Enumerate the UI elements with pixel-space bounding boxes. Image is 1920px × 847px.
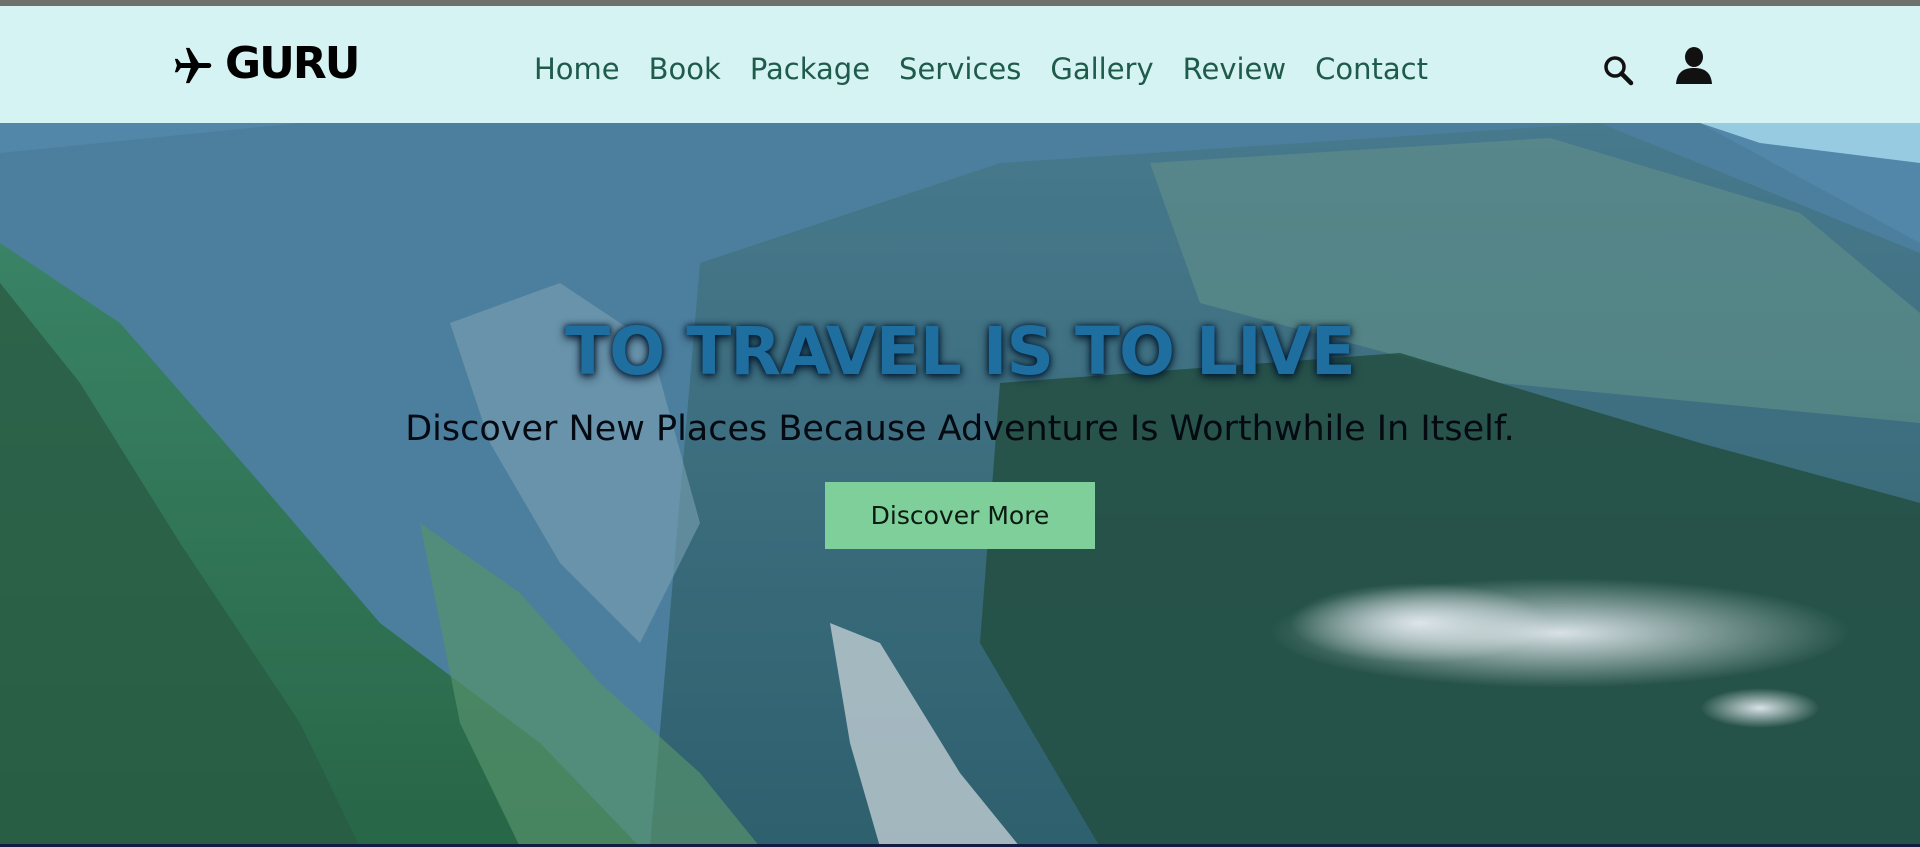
nav-book[interactable]: Book bbox=[649, 52, 721, 86]
discover-more-button[interactable]: Discover More bbox=[825, 482, 1095, 549]
hero-section: TO TRAVEL IS TO LIVE Discover New Places… bbox=[0, 123, 1920, 847]
nav-home[interactable]: Home bbox=[534, 52, 620, 86]
brand-logo[interactable]: GURU bbox=[171, 36, 360, 92]
search-button[interactable] bbox=[1598, 50, 1638, 90]
nav-review[interactable]: Review bbox=[1183, 52, 1286, 86]
hero-title: TO TRAVEL IS TO LIVE bbox=[565, 313, 1356, 390]
navbar: GURU Home Book Package Services Gallery … bbox=[0, 6, 1920, 123]
airplane-icon bbox=[174, 47, 212, 84]
nav-gallery[interactable]: Gallery bbox=[1050, 52, 1153, 86]
brand-name: GURU bbox=[225, 38, 360, 89]
hero-subtitle: Discover New Places Because Adventure Is… bbox=[405, 409, 1515, 449]
user-icon bbox=[1676, 47, 1712, 84]
main-nav: Home Book Package Services Gallery Revie… bbox=[534, 44, 1428, 94]
search-icon bbox=[1604, 56, 1634, 86]
account-button[interactable] bbox=[1670, 42, 1718, 90]
nav-contact[interactable]: Contact bbox=[1315, 52, 1428, 86]
nav-services[interactable]: Services bbox=[899, 52, 1021, 86]
nav-package[interactable]: Package bbox=[750, 52, 870, 86]
